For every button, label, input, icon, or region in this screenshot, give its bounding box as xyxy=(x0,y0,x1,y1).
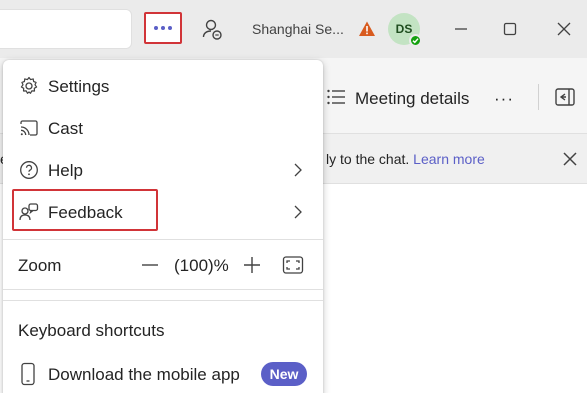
minimize-icon[interactable] xyxy=(449,17,473,41)
meeting-details-tab[interactable]: Meeting details xyxy=(355,89,469,109)
banner-text: ly to the chat. Learn more xyxy=(326,151,485,167)
menu-item-label: Cast xyxy=(48,119,83,138)
menu-divider xyxy=(3,289,323,290)
search-input[interactable] xyxy=(0,9,132,49)
more-icon xyxy=(154,26,172,30)
zoom-level: (100)% xyxy=(174,256,229,275)
chevron-right-icon xyxy=(294,163,302,177)
menu-divider xyxy=(3,300,323,301)
zoom-in-button[interactable] xyxy=(242,255,262,275)
divider xyxy=(538,84,539,110)
warning-icon[interactable] xyxy=(358,20,376,38)
menu-item-cast[interactable]: Cast xyxy=(3,108,323,148)
zoom-out-button[interactable] xyxy=(140,255,160,275)
maximize-icon[interactable] xyxy=(498,17,522,41)
more-options-button[interactable] xyxy=(144,12,182,44)
gear-icon xyxy=(20,76,38,94)
title-bar: Shanghai Se... DS xyxy=(0,0,587,58)
menu-item-label: Feedback xyxy=(48,203,123,222)
fullscreen-icon[interactable] xyxy=(282,255,304,275)
learn-more-link[interactable]: Learn more xyxy=(413,151,485,167)
side-panel-icon[interactable] xyxy=(554,86,576,108)
list-icon[interactable] xyxy=(326,87,346,107)
menu-divider xyxy=(3,239,323,240)
presence-status-badge xyxy=(409,34,422,47)
menu-item-settings[interactable]: Settings xyxy=(3,66,323,106)
keyboard-shortcuts-item[interactable]: Keyboard shortcuts xyxy=(18,321,164,341)
more-options-menu: Settings Cast Help Feedback Zoom (100)% … xyxy=(3,60,323,393)
menu-item-help[interactable]: Help xyxy=(3,150,323,190)
feedback-icon xyxy=(19,203,39,221)
presence-icon[interactable] xyxy=(200,17,224,41)
new-badge: New xyxy=(261,362,307,386)
banner-message: ly to the chat. xyxy=(326,151,410,167)
check-icon xyxy=(412,38,419,44)
mobile-phone-icon xyxy=(21,362,35,386)
zoom-label: Zoom xyxy=(18,256,62,275)
close-icon[interactable] xyxy=(560,149,580,169)
meeting-more-button[interactable]: ··· xyxy=(494,89,514,109)
close-icon[interactable] xyxy=(552,17,576,41)
help-icon xyxy=(20,161,38,179)
chevron-right-icon xyxy=(294,205,302,219)
menu-item-feedback[interactable]: Feedback xyxy=(3,192,323,232)
cast-icon xyxy=(20,120,38,136)
download-mobile-app-item[interactable]: Download the mobile app xyxy=(48,365,240,385)
menu-item-label: Settings xyxy=(48,77,110,96)
organization-name[interactable]: Shanghai Se... xyxy=(252,21,346,37)
menu-item-label: Help xyxy=(48,161,83,180)
